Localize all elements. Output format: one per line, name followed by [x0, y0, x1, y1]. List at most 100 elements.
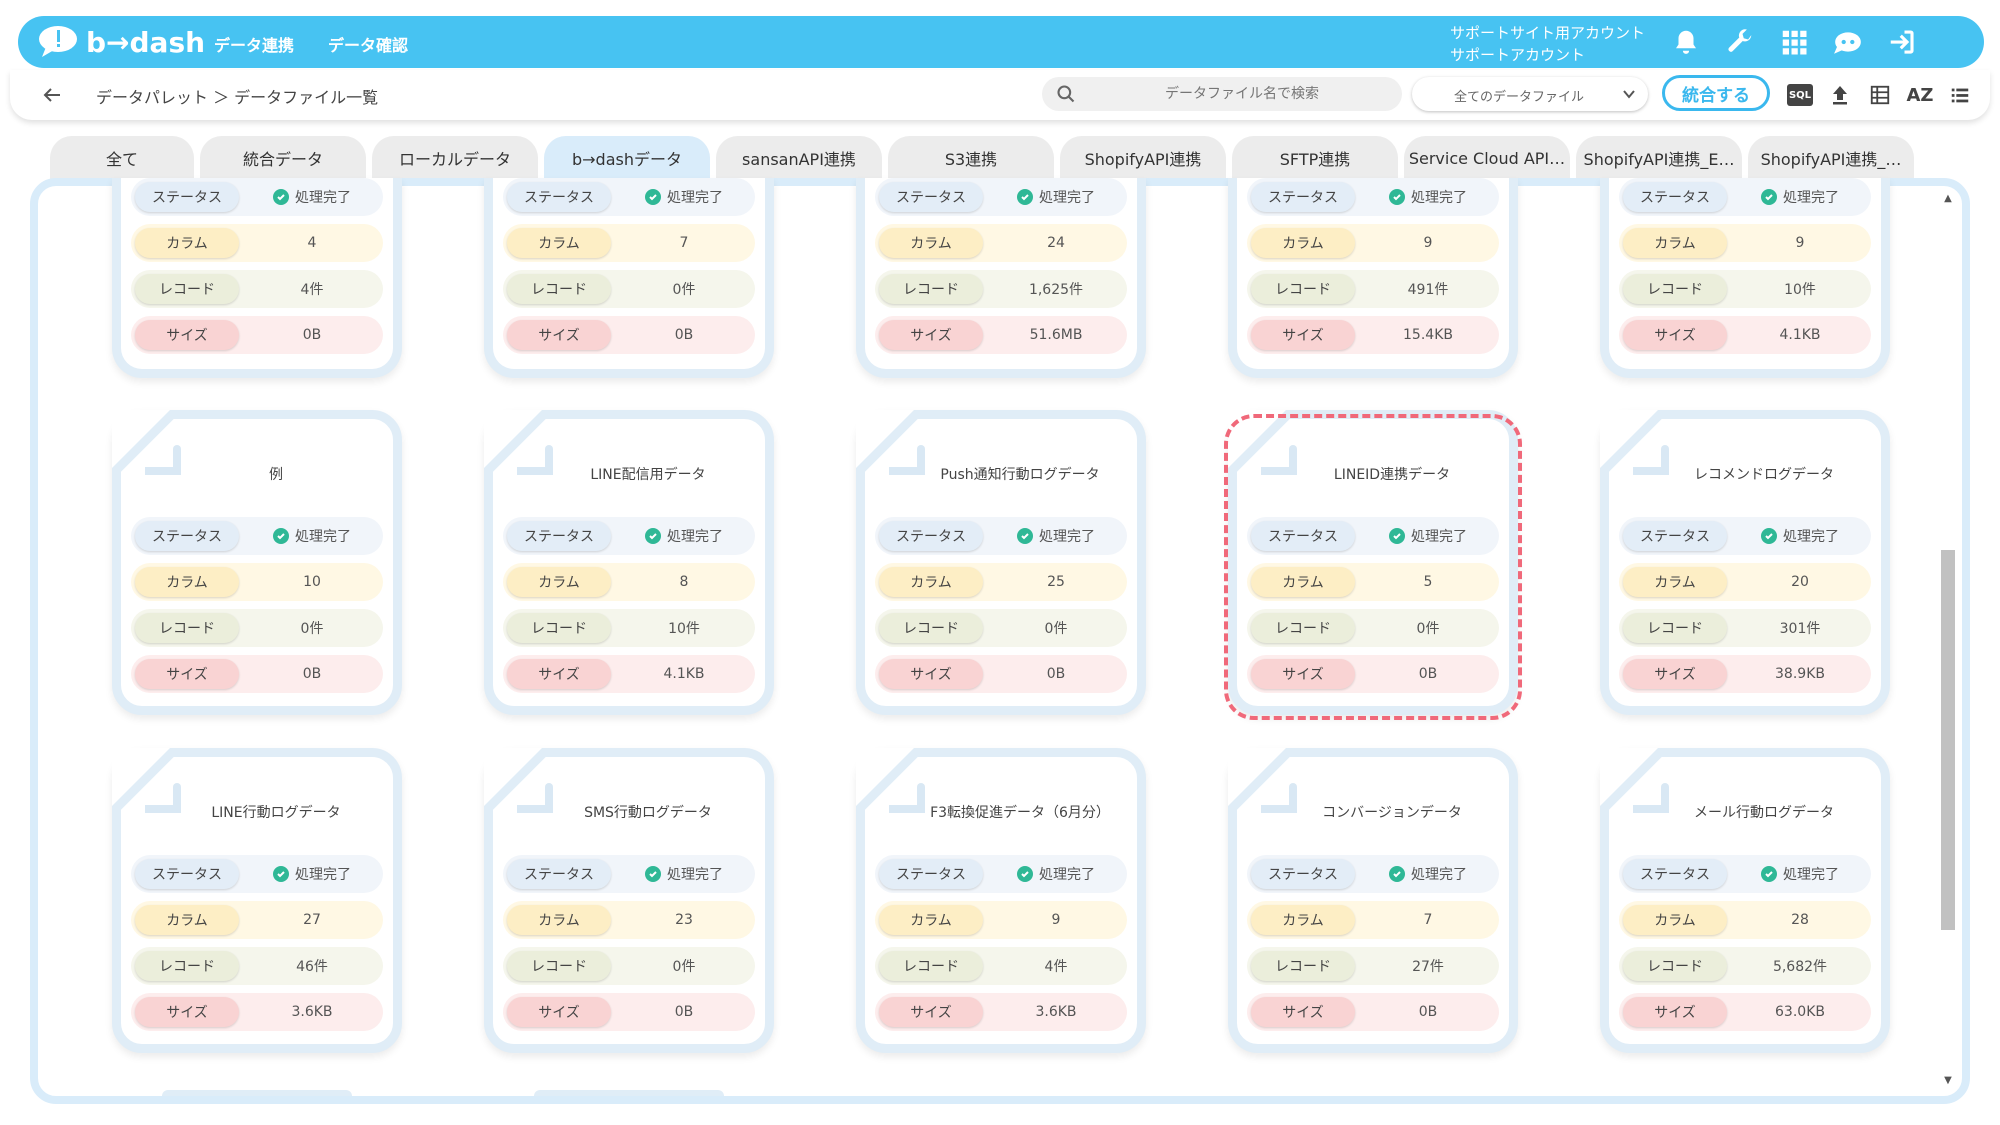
scrollbar-thumb[interactable] — [1941, 550, 1955, 930]
tab-1[interactable]: 統合データ — [200, 136, 366, 180]
upload-icon[interactable] — [1826, 82, 1854, 108]
status-row: ステータス 処理完了 — [131, 517, 383, 555]
status-value: 処理完了 — [667, 529, 723, 545]
merge-button[interactable]: 統合する — [1662, 75, 1770, 111]
size-row: サイズ 4.1KB — [1619, 316, 1871, 354]
size-value-cell: 4.1KB — [619, 655, 749, 693]
file-fold-icon — [145, 445, 181, 475]
data-file-card[interactable]: F3転換促進データ（6月分） ステータス 処理完了 カラム 9 レコード 4件 サイズ 3.6K… — [856, 748, 1146, 1053]
wrench-icon[interactable] — [1724, 26, 1756, 58]
tab-3[interactable]: b→dashデータ — [544, 136, 710, 180]
column-value-cell: 7 — [1363, 901, 1493, 939]
column-row: カラム 25 — [875, 563, 1127, 601]
column-row: カラム 20 — [1619, 563, 1871, 601]
status-value-cell: 処理完了 — [1363, 855, 1493, 893]
data-file-card[interactable]: 例ステータス 処理完了 カラム 10 レコード 0件 サイズ 0B — [112, 410, 402, 715]
size-row: サイズ 3.6KB — [875, 993, 1127, 1031]
record-label: レコード — [1623, 613, 1727, 643]
check-circle-icon — [645, 189, 661, 205]
status-value: 処理完了 — [295, 867, 351, 883]
record-label: レコード — [507, 274, 611, 304]
tab-5[interactable]: S3連携 — [888, 136, 1054, 180]
column-label: カラム — [507, 567, 611, 597]
logout-icon[interactable] — [1886, 26, 1918, 58]
account-info[interactable]: サポートサイト用アカウント サポートアカウント — [1450, 22, 1645, 66]
tab-10[interactable]: ShopifyAPI連携_… — [1748, 136, 1914, 180]
sub-toolbar: データパレット ＞ データファイル一覧 全てのデータファイル 統合する SQL … — [10, 70, 1990, 120]
data-file-card[interactable]: コンバージョンデータ ステータス 処理完了 カラム 7 レコード 27件 サイズ 0B — [1228, 748, 1518, 1053]
card-title: SMS行動ログデータ — [584, 805, 712, 821]
sql-icon[interactable]: SQL — [1786, 82, 1814, 108]
status-label: ステータス — [507, 521, 611, 551]
record-value-cell: 0件 — [247, 609, 377, 647]
size-row: サイズ 0B — [503, 316, 755, 354]
b-dash-logo[interactable]: b→dash — [38, 25, 205, 59]
size-row: サイズ 3.6KB — [131, 993, 383, 1031]
column-value: 20 — [1791, 574, 1809, 590]
back-arrow-icon[interactable] — [40, 83, 64, 107]
account-user: サポートアカウント — [1450, 46, 1586, 64]
column-value: 24 — [1047, 235, 1065, 251]
tab-4[interactable]: sansanAPI連携 — [716, 136, 882, 180]
status-value: 処理完了 — [295, 190, 351, 206]
check-circle-icon — [273, 528, 289, 544]
list-view-icon[interactable] — [1946, 82, 1974, 108]
data-file-filter-select[interactable]: 全てのデータファイル — [1412, 77, 1648, 111]
status-row: ステータス 処理完了 — [875, 178, 1127, 216]
status-value: 処理完了 — [1039, 867, 1095, 883]
record-value-cell: 0件 — [619, 270, 749, 308]
data-file-card[interactable]: メール行動ログデータ ステータス 処理完了 カラム 28 レコード 5,682件 サイズ 63.… — [1600, 748, 1890, 1053]
data-file-card[interactable]: ステータス 処理完了 カラム 24 レコード 1,625件 サイズ 51.6MB — [856, 178, 1146, 378]
data-file-card[interactable]: レコメンドログデータ ステータス 処理完了 カラム 20 レコード 301件 サイズ 38.9K… — [1600, 410, 1890, 715]
file-fold-icon — [517, 445, 553, 475]
status-value-cell: 処理完了 — [247, 517, 377, 555]
search-input[interactable] — [1092, 77, 1392, 111]
bell-icon[interactable] — [1670, 26, 1702, 58]
table-view-icon[interactable] — [1866, 82, 1894, 108]
column-row: カラム 7 — [1247, 901, 1499, 939]
tab-6[interactable]: ShopifyAPI連携 — [1060, 136, 1226, 180]
check-circle-icon — [1761, 189, 1777, 205]
tab-0[interactable]: 全て — [50, 136, 194, 180]
status-label: ステータス — [507, 182, 611, 212]
record-row: レコード 0件 — [875, 609, 1127, 647]
card-title: LINE行動ログデータ — [211, 805, 341, 821]
card-title: LINE配信用データ — [590, 467, 706, 483]
status-value: 処理完了 — [1039, 190, 1095, 206]
column-label: カラム — [879, 567, 983, 597]
data-file-card[interactable]: SMS行動ログデータ ステータス 処理完了 カラム 23 レコード 0件 サイズ 0B — [484, 748, 774, 1053]
scroll-down-arrow-icon[interactable]: ▼ — [1941, 1074, 1955, 1088]
status-label: ステータス — [1251, 859, 1355, 889]
data-file-card[interactable]: ステータス 処理完了 カラム 9 レコード 10件 サイズ 4.1KB — [1600, 178, 1890, 378]
record-value: 10件 — [668, 621, 700, 637]
data-file-card[interactable]: Push通知行動ログデータ ステータス 処理完了 カラム 25 レコード 0件 サイズ 0B — [856, 410, 1146, 715]
record-label: レコード — [1251, 951, 1355, 981]
tab-8[interactable]: Service Cloud API… — [1404, 136, 1570, 180]
status-value: 処理完了 — [1783, 867, 1839, 883]
data-file-card[interactable]: ステータス 処理完了 カラム 7 レコード 0件 サイズ 0B — [484, 178, 774, 378]
data-file-card[interactable]: ステータス 処理完了 カラム 4 レコード 4件 サイズ 0B — [112, 178, 402, 378]
scroll-up-arrow-icon[interactable]: ▲ — [1941, 192, 1955, 206]
tab-7[interactable]: SFTP連携 — [1232, 136, 1398, 180]
status-value-cell: 処理完了 — [619, 855, 749, 893]
column-value-cell: 20 — [1735, 563, 1865, 601]
status-value-cell: 処理完了 — [619, 517, 749, 555]
apps-grid-icon[interactable] — [1778, 26, 1810, 58]
status-value-cell: 処理完了 — [991, 178, 1121, 216]
size-label: サイズ — [507, 997, 611, 1027]
chat-bot-icon[interactable] — [1832, 26, 1864, 58]
size-value-cell: 0B — [619, 316, 749, 354]
tab-9[interactable]: ShopifyAPI連携_E… — [1576, 136, 1742, 180]
data-file-card[interactable]: LINE行動ログデータ ステータス 処理完了 カラム 27 レコード 46件 サイズ 3.6KB — [112, 748, 402, 1053]
tab-2[interactable]: ローカルデータ — [372, 136, 538, 180]
column-value: 9 — [1423, 235, 1433, 251]
sort-az-icon[interactable]: AZ — [1906, 82, 1934, 108]
data-file-card[interactable]: LINE配信用データ ステータス 処理完了 カラム 8 レコード 10件 サイズ 4.1KB — [484, 410, 774, 715]
next-row-card-peek — [162, 1090, 352, 1096]
nav-data-check[interactable]: データ確認 — [328, 32, 408, 56]
size-row: サイズ 4.1KB — [503, 655, 755, 693]
size-row: サイズ 0B — [131, 316, 383, 354]
data-file-card[interactable]: ステータス 処理完了 カラム 9 レコード 491件 サイズ 15.4KB — [1228, 178, 1518, 378]
nav-data-integration[interactable]: データ連携 — [214, 32, 294, 56]
status-value: 処理完了 — [667, 190, 723, 206]
